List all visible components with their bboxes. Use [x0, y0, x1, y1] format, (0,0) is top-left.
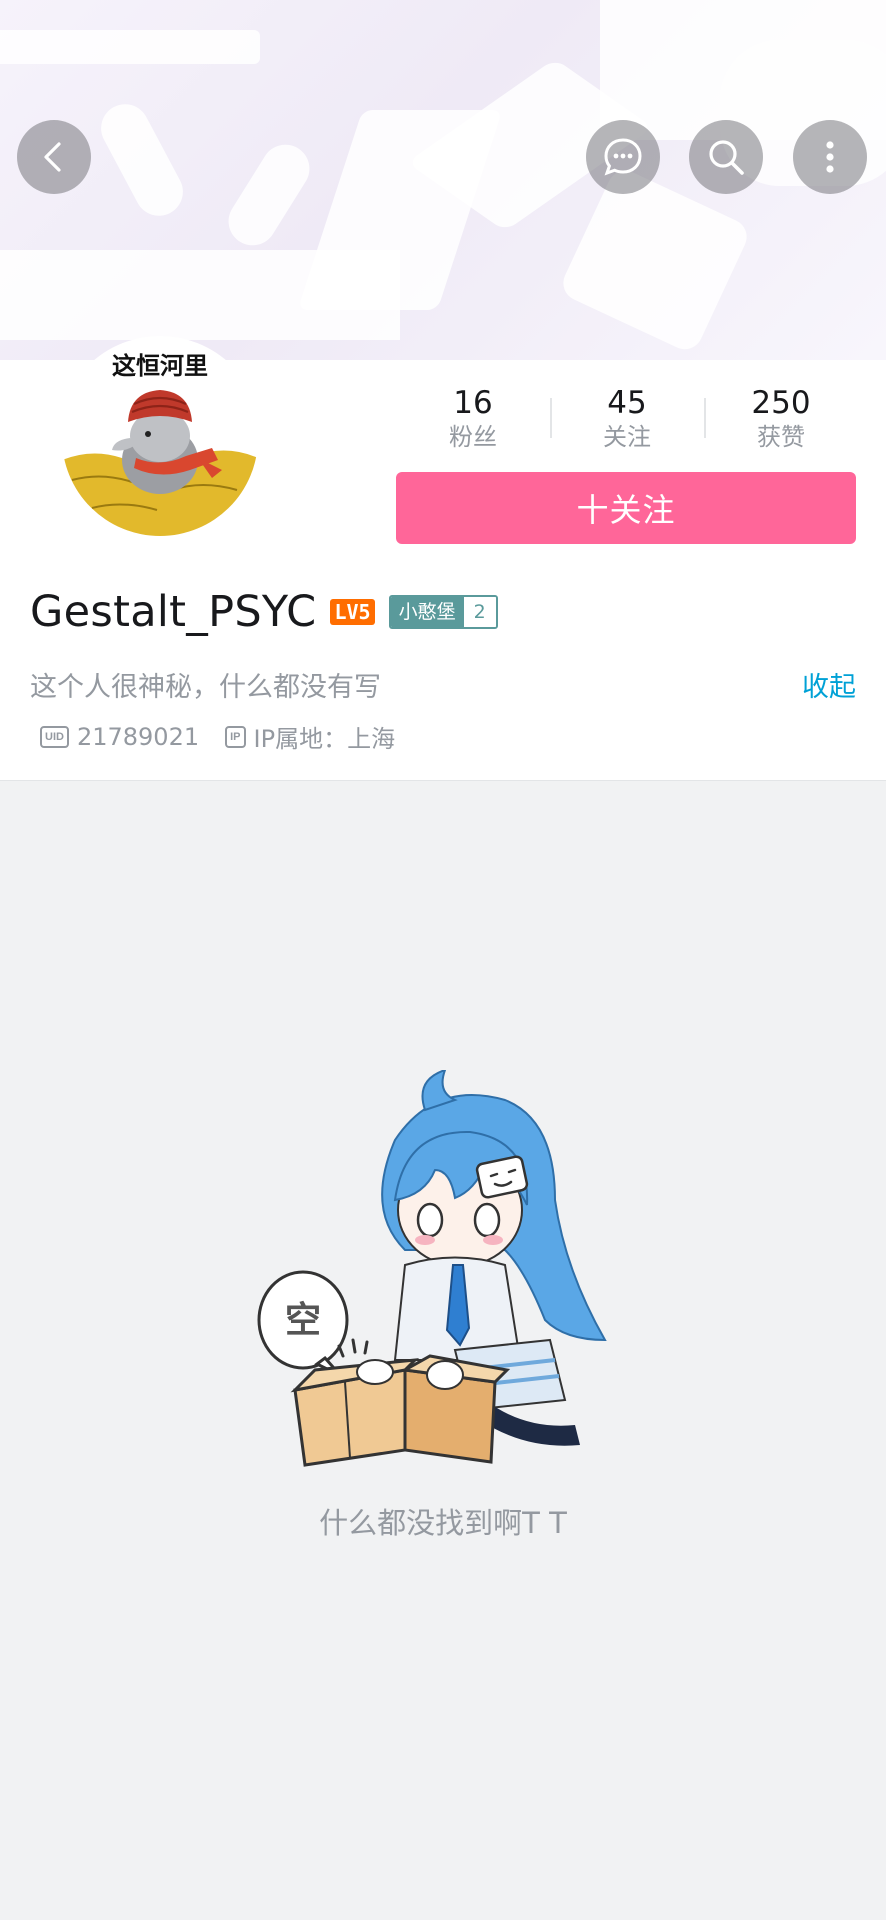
bio-text: 这个人很神秘，什么都没有写 — [30, 672, 381, 703]
back-button[interactable] — [17, 120, 91, 194]
search-button[interactable] — [689, 120, 763, 194]
banner-decoration — [219, 135, 319, 255]
stat-likes-label: 获赞 — [757, 423, 805, 451]
empty-bubble-text: 空 — [285, 1300, 321, 1341]
more-vertical-icon — [826, 141, 834, 173]
username: Gestalt_PSYC — [30, 587, 317, 637]
chevron-left-icon — [44, 142, 61, 172]
stat-likes[interactable]: 250 获赞 — [704, 384, 858, 452]
avatar-image: 这恒河里 — [62, 340, 258, 536]
name-row: Gestalt_PSYC LV5 小憨堡 2 — [30, 584, 498, 640]
stat-following-count: 45 — [607, 385, 647, 421]
collapse-link[interactable]: 收起 — [802, 665, 856, 704]
avatar[interactable]: 这恒河里 — [58, 336, 262, 540]
fan-medal-badge[interactable]: 小憨堡 2 — [388, 595, 498, 629]
level-badge: LV5 — [330, 599, 375, 625]
empty-state-illustration: 空 — [255, 1068, 635, 1480]
stat-following[interactable]: 45 关注 — [550, 384, 704, 452]
stats-row: 16 粉丝 45 关注 250 获赞 — [396, 384, 858, 452]
avatar-caption: 这恒河里 — [112, 352, 208, 380]
stat-fans[interactable]: 16 粉丝 — [396, 384, 550, 452]
stat-likes-count: 250 — [751, 385, 811, 421]
stat-following-label: 关注 — [603, 423, 651, 451]
empty-state-message: 什么都没找到啊T T — [319, 1506, 567, 1540]
stat-fans-label: 粉丝 — [449, 423, 497, 451]
ip-location: IP属地：上海 — [253, 725, 396, 753]
fan-medal-name: 小憨堡 — [390, 597, 464, 627]
search-icon — [709, 140, 744, 175]
message-button[interactable] — [586, 120, 660, 194]
banner-decoration — [92, 95, 192, 225]
uid-value[interactable]: 21789021 — [77, 723, 199, 751]
meta-row: UID 21789021 IP IP属地：上海 — [40, 719, 395, 754]
more-button[interactable] — [793, 120, 867, 194]
ip-icon: IP — [225, 725, 246, 748]
follow-button[interactable]: 十关注 — [396, 472, 856, 544]
banner-decoration — [0, 30, 260, 64]
stat-fans-count: 16 — [453, 385, 493, 421]
message-bubble-icon — [604, 138, 642, 176]
fan-medal-level: 2 — [463, 597, 496, 627]
uid-icon: UID — [40, 725, 69, 748]
